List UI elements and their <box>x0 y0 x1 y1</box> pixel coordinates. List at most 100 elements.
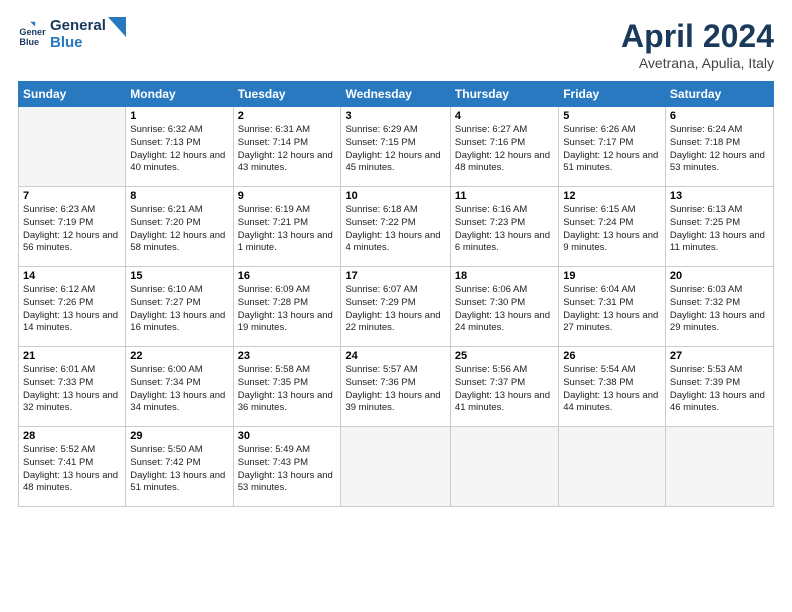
day-detail: Sunrise: 6:09 AMSunset: 7:28 PMDaylight:… <box>238 284 337 335</box>
day-detail: Sunrise: 5:58 AMSunset: 7:35 PMDaylight:… <box>238 364 337 415</box>
calendar-week-row: 7 Sunrise: 6:23 AMSunset: 7:19 PMDayligh… <box>19 187 774 267</box>
page-header: General Blue General Blue April 2024 Ave… <box>18 18 774 71</box>
day-detail: Sunrise: 6:32 AMSunset: 7:13 PMDaylight:… <box>130 124 228 175</box>
table-row: 3 Sunrise: 6:29 AMSunset: 7:15 PMDayligh… <box>341 107 450 187</box>
table-row: 29 Sunrise: 5:50 AMSunset: 7:42 PMDaylig… <box>126 427 233 507</box>
day-detail: Sunrise: 6:24 AMSunset: 7:18 PMDaylight:… <box>670 124 769 175</box>
day-detail: Sunrise: 6:15 AMSunset: 7:24 PMDaylight:… <box>563 204 661 255</box>
logo: General Blue General Blue <box>18 18 126 51</box>
day-detail: Sunrise: 6:13 AMSunset: 7:25 PMDaylight:… <box>670 204 769 255</box>
table-row: 24 Sunrise: 5:57 AMSunset: 7:36 PMDaylig… <box>341 347 450 427</box>
day-detail: Sunrise: 5:49 AMSunset: 7:43 PMDaylight:… <box>238 444 337 495</box>
table-row: 11 Sunrise: 6:16 AMSunset: 7:23 PMDaylig… <box>450 187 558 267</box>
day-detail: Sunrise: 6:16 AMSunset: 7:23 PMDaylight:… <box>455 204 554 255</box>
day-detail: Sunrise: 5:56 AMSunset: 7:37 PMDaylight:… <box>455 364 554 415</box>
table-row <box>559 427 666 507</box>
table-row: 16 Sunrise: 6:09 AMSunset: 7:28 PMDaylig… <box>233 267 341 347</box>
table-row: 20 Sunrise: 6:03 AMSunset: 7:32 PMDaylig… <box>665 267 773 347</box>
day-number: 23 <box>238 350 337 362</box>
calendar-week-row: 14 Sunrise: 6:12 AMSunset: 7:26 PMDaylig… <box>19 267 774 347</box>
day-number: 18 <box>455 270 554 282</box>
day-number: 17 <box>345 270 445 282</box>
day-detail: Sunrise: 6:21 AMSunset: 7:20 PMDaylight:… <box>130 204 228 255</box>
table-row: 30 Sunrise: 5:49 AMSunset: 7:43 PMDaylig… <box>233 427 341 507</box>
day-number: 30 <box>238 430 337 442</box>
day-number: 4 <box>455 110 554 122</box>
table-row: 25 Sunrise: 5:56 AMSunset: 7:37 PMDaylig… <box>450 347 558 427</box>
day-detail: Sunrise: 6:29 AMSunset: 7:15 PMDaylight:… <box>345 124 445 175</box>
day-number: 19 <box>563 270 661 282</box>
table-row: 19 Sunrise: 6:04 AMSunset: 7:31 PMDaylig… <box>559 267 666 347</box>
calendar-week-row: 1 Sunrise: 6:32 AMSunset: 7:13 PMDayligh… <box>19 107 774 187</box>
day-number: 5 <box>563 110 661 122</box>
day-detail: Sunrise: 6:23 AMSunset: 7:19 PMDaylight:… <box>23 204 121 255</box>
day-number: 22 <box>130 350 228 362</box>
table-row: 17 Sunrise: 6:07 AMSunset: 7:29 PMDaylig… <box>341 267 450 347</box>
table-row: 18 Sunrise: 6:06 AMSunset: 7:30 PMDaylig… <box>450 267 558 347</box>
day-number: 14 <box>23 270 121 282</box>
day-number: 3 <box>345 110 445 122</box>
calendar-week-row: 21 Sunrise: 6:01 AMSunset: 7:33 PMDaylig… <box>19 347 774 427</box>
calendar-table: Sunday Monday Tuesday Wednesday Thursday… <box>18 81 774 507</box>
col-tuesday: Tuesday <box>233 82 341 107</box>
svg-text:General: General <box>19 27 46 37</box>
day-detail: Sunrise: 6:06 AMSunset: 7:30 PMDaylight:… <box>455 284 554 335</box>
day-detail: Sunrise: 5:53 AMSunset: 7:39 PMDaylight:… <box>670 364 769 415</box>
month-title: April 2024 <box>621 18 774 55</box>
table-row: 7 Sunrise: 6:23 AMSunset: 7:19 PMDayligh… <box>19 187 126 267</box>
table-row: 15 Sunrise: 6:10 AMSunset: 7:27 PMDaylig… <box>126 267 233 347</box>
logo-line1: General <box>50 17 106 34</box>
table-row: 1 Sunrise: 6:32 AMSunset: 7:13 PMDayligh… <box>126 107 233 187</box>
day-detail: Sunrise: 5:57 AMSunset: 7:36 PMDaylight:… <box>345 364 445 415</box>
table-row: 14 Sunrise: 6:12 AMSunset: 7:26 PMDaylig… <box>19 267 126 347</box>
day-detail: Sunrise: 6:27 AMSunset: 7:16 PMDaylight:… <box>455 124 554 175</box>
day-number: 28 <box>23 430 121 442</box>
table-row <box>19 107 126 187</box>
day-number: 12 <box>563 190 661 202</box>
table-row: 10 Sunrise: 6:18 AMSunset: 7:22 PMDaylig… <box>341 187 450 267</box>
logo-triangle-icon <box>108 17 126 39</box>
day-detail: Sunrise: 6:26 AMSunset: 7:17 PMDaylight:… <box>563 124 661 175</box>
day-number: 24 <box>345 350 445 362</box>
day-number: 29 <box>130 430 228 442</box>
calendar-header-row: Sunday Monday Tuesday Wednesday Thursday… <box>19 82 774 107</box>
col-sunday: Sunday <box>19 82 126 107</box>
day-number: 10 <box>345 190 445 202</box>
table-row: 13 Sunrise: 6:13 AMSunset: 7:25 PMDaylig… <box>665 187 773 267</box>
day-detail: Sunrise: 6:04 AMSunset: 7:31 PMDaylight:… <box>563 284 661 335</box>
logo-icon: General Blue <box>18 21 46 49</box>
day-number: 26 <box>563 350 661 362</box>
table-row: 21 Sunrise: 6:01 AMSunset: 7:33 PMDaylig… <box>19 347 126 427</box>
table-row: 8 Sunrise: 6:21 AMSunset: 7:20 PMDayligh… <box>126 187 233 267</box>
logo-line2: Blue <box>50 34 83 51</box>
day-number: 27 <box>670 350 769 362</box>
day-detail: Sunrise: 6:19 AMSunset: 7:21 PMDaylight:… <box>238 204 337 255</box>
svg-text:Blue: Blue <box>19 36 39 46</box>
day-number: 6 <box>670 110 769 122</box>
table-row <box>665 427 773 507</box>
day-number: 8 <box>130 190 228 202</box>
day-number: 20 <box>670 270 769 282</box>
day-detail: Sunrise: 6:12 AMSunset: 7:26 PMDaylight:… <box>23 284 121 335</box>
day-number: 21 <box>23 350 121 362</box>
day-number: 1 <box>130 110 228 122</box>
day-detail: Sunrise: 6:31 AMSunset: 7:14 PMDaylight:… <box>238 124 337 175</box>
day-number: 13 <box>670 190 769 202</box>
table-row: 4 Sunrise: 6:27 AMSunset: 7:16 PMDayligh… <box>450 107 558 187</box>
table-row: 12 Sunrise: 6:15 AMSunset: 7:24 PMDaylig… <box>559 187 666 267</box>
table-row: 26 Sunrise: 5:54 AMSunset: 7:38 PMDaylig… <box>559 347 666 427</box>
col-thursday: Thursday <box>450 82 558 107</box>
table-row: 2 Sunrise: 6:31 AMSunset: 7:14 PMDayligh… <box>233 107 341 187</box>
table-row <box>341 427 450 507</box>
calendar-week-row: 28 Sunrise: 5:52 AMSunset: 7:41 PMDaylig… <box>19 427 774 507</box>
title-block: April 2024 Avetrana, Apulia, Italy <box>621 18 774 71</box>
day-detail: Sunrise: 5:52 AMSunset: 7:41 PMDaylight:… <box>23 444 121 495</box>
day-detail: Sunrise: 5:50 AMSunset: 7:42 PMDaylight:… <box>130 444 228 495</box>
day-number: 25 <box>455 350 554 362</box>
table-row: 23 Sunrise: 5:58 AMSunset: 7:35 PMDaylig… <box>233 347 341 427</box>
day-detail: Sunrise: 6:00 AMSunset: 7:34 PMDaylight:… <box>130 364 228 415</box>
table-row: 6 Sunrise: 6:24 AMSunset: 7:18 PMDayligh… <box>665 107 773 187</box>
table-row: 27 Sunrise: 5:53 AMSunset: 7:39 PMDaylig… <box>665 347 773 427</box>
col-wednesday: Wednesday <box>341 82 450 107</box>
table-row: 9 Sunrise: 6:19 AMSunset: 7:21 PMDayligh… <box>233 187 341 267</box>
